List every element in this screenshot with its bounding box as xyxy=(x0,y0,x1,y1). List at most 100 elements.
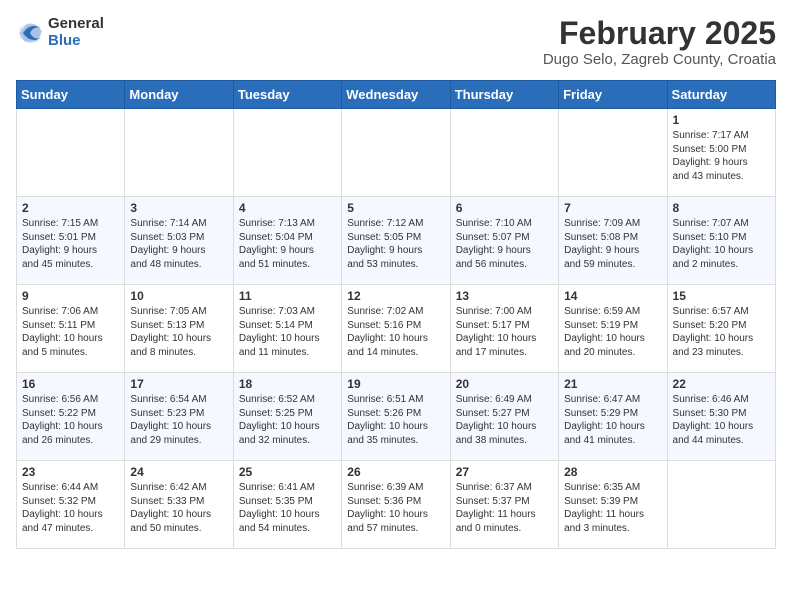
calendar-cell: 13 Sunrise: 7:00 AM Sunset: 5:17 PM Dayli… xyxy=(450,285,558,373)
day-number: 22 xyxy=(673,377,770,391)
calendar-cell xyxy=(667,461,775,549)
calendar-cell xyxy=(342,109,450,197)
day-info: Sunrise: 6:39 AM Sunset: 5:36 PM Dayligh… xyxy=(347,481,444,535)
day-info: Sunrise: 6:52 AM Sunset: 5:25 PM Dayligh… xyxy=(239,393,336,447)
day-number: 28 xyxy=(564,465,661,479)
day-info: Sunrise: 6:41 AM Sunset: 5:35 PM Dayligh… xyxy=(239,481,336,535)
calendar-cell: 3 Sunrise: 7:14 AM Sunset: 5:03 PM Daylig… xyxy=(125,197,233,285)
calendar-table: SundayMondayTuesdayWednesdayThursdayFrid… xyxy=(16,80,776,549)
logo-general: General xyxy=(48,15,104,32)
day-info: Sunrise: 7:15 AM Sunset: 5:01 PM Dayligh… xyxy=(22,217,119,271)
day-number: 14 xyxy=(564,289,661,303)
day-info: Sunrise: 6:46 AM Sunset: 5:30 PM Dayligh… xyxy=(673,393,770,447)
calendar-week-row: 16Sunrise: 6:56 AM Sunset: 5:22 PM Dayli… xyxy=(17,373,776,461)
day-info: Sunrise: 7:09 AM Sunset: 5:08 PM Dayligh… xyxy=(564,217,661,271)
day-info: Sunrise: 6:35 AM Sunset: 5:39 PM Dayligh… xyxy=(564,481,661,535)
calendar-week-row: 9Sunrise: 7:06 AM Sunset: 5:11 PM Daylig… xyxy=(17,285,776,373)
day-number: 7 xyxy=(564,201,661,215)
day-number: 26 xyxy=(347,465,444,479)
day-info: Sunrise: 7:05 AM Sunset: 5:13 PM Dayligh… xyxy=(130,305,227,359)
logo-text: General Blue xyxy=(48,16,104,49)
calendar-cell: 9Sunrise: 7:06 AM Sunset: 5:11 PM Daylig… xyxy=(17,285,125,373)
day-info: Sunrise: 6:37 AM Sunset: 5:37 PM Dayligh… xyxy=(456,481,553,535)
day-number: 20 xyxy=(456,377,553,391)
day-number: 15 xyxy=(673,289,770,303)
day-number: 17 xyxy=(130,377,227,391)
calendar-cell xyxy=(559,109,667,197)
calendar-cell: 11 Sunrise: 7:03 AM Sunset: 5:14 PM Dayli… xyxy=(233,285,341,373)
weekday-header-wednesday: Wednesday xyxy=(342,81,450,109)
calendar-cell xyxy=(17,109,125,197)
calendar-cell: 14 Sunrise: 6:59 AM Sunset: 5:19 PM Dayli… xyxy=(559,285,667,373)
day-info: Sunrise: 7:13 AM Sunset: 5:04 PM Dayligh… xyxy=(239,217,336,271)
calendar-cell: 19 Sunrise: 6:51 AM Sunset: 5:26 PM Dayli… xyxy=(342,373,450,461)
calendar-week-row: 1Sunrise: 7:17 AM Sunset: 5:00 PM Daylig… xyxy=(17,109,776,197)
day-info: Sunrise: 7:00 AM Sunset: 5:17 PM Dayligh… xyxy=(456,305,553,359)
calendar-cell: 27Sunrise: 6:37 AM Sunset: 5:37 PM Dayli… xyxy=(450,461,558,549)
calendar-cell: 20 Sunrise: 6:49 AM Sunset: 5:27 PM Dayli… xyxy=(450,373,558,461)
day-info: Sunrise: 6:51 AM Sunset: 5:26 PM Dayligh… xyxy=(347,393,444,447)
calendar-cell: 6 Sunrise: 7:10 AM Sunset: 5:07 PM Daylig… xyxy=(450,197,558,285)
day-number: 1 xyxy=(673,113,770,127)
day-number: 24 xyxy=(130,465,227,479)
day-number: 8 xyxy=(673,201,770,215)
day-info: Sunrise: 6:56 AM Sunset: 5:22 PM Dayligh… xyxy=(22,393,119,447)
day-info: Sunrise: 7:06 AM Sunset: 5:11 PM Dayligh… xyxy=(22,305,119,359)
calendar-cell: 8 Sunrise: 7:07 AM Sunset: 5:10 PM Daylig… xyxy=(667,197,775,285)
day-info: Sunrise: 7:07 AM Sunset: 5:10 PM Dayligh… xyxy=(673,217,770,271)
calendar-cell: 18 Sunrise: 6:52 AM Sunset: 5:25 PM Dayli… xyxy=(233,373,341,461)
calendar-cell: 15Sunrise: 6:57 AM Sunset: 5:20 PM Dayli… xyxy=(667,285,775,373)
day-number: 6 xyxy=(456,201,553,215)
calendar-cell xyxy=(450,109,558,197)
calendar-cell xyxy=(233,109,341,197)
day-info: Sunrise: 7:10 AM Sunset: 5:07 PM Dayligh… xyxy=(456,217,553,271)
calendar-cell: 2 Sunrise: 7:15 AM Sunset: 5:01 PM Daylig… xyxy=(17,197,125,285)
calendar-cell: 7 Sunrise: 7:09 AM Sunset: 5:08 PM Daylig… xyxy=(559,197,667,285)
day-info: Sunrise: 7:12 AM Sunset: 5:05 PM Dayligh… xyxy=(347,217,444,271)
weekday-header-saturday: Saturday xyxy=(667,81,775,109)
day-info: Sunrise: 6:49 AM Sunset: 5:27 PM Dayligh… xyxy=(456,393,553,447)
calendar-cell xyxy=(125,109,233,197)
weekday-header-tuesday: Tuesday xyxy=(233,81,341,109)
day-number: 11 xyxy=(239,289,336,303)
calendar-cell: 26 Sunrise: 6:39 AM Sunset: 5:36 PM Dayli… xyxy=(342,461,450,549)
day-info: Sunrise: 6:59 AM Sunset: 5:19 PM Dayligh… xyxy=(564,305,661,359)
calendar-cell: 21 Sunrise: 6:47 AM Sunset: 5:29 PM Dayli… xyxy=(559,373,667,461)
weekday-header-friday: Friday xyxy=(559,81,667,109)
day-info: Sunrise: 6:47 AM Sunset: 5:29 PM Dayligh… xyxy=(564,393,661,447)
day-number: 23 xyxy=(22,465,119,479)
day-number: 18 xyxy=(239,377,336,391)
calendar-cell: 10Sunrise: 7:05 AM Sunset: 5:13 PM Dayli… xyxy=(125,285,233,373)
logo: General Blue xyxy=(16,16,104,49)
calendar-cell: 23 Sunrise: 6:44 AM Sunset: 5:32 PM Dayli… xyxy=(17,461,125,549)
calendar-cell: 28 Sunrise: 6:35 AM Sunset: 5:39 PM Dayli… xyxy=(559,461,667,549)
day-number: 13 xyxy=(456,289,553,303)
day-number: 4 xyxy=(239,201,336,215)
location: Dugo Selo, Zagreb County, Croatia xyxy=(543,51,776,68)
day-info: Sunrise: 6:54 AM Sunset: 5:23 PM Dayligh… xyxy=(130,393,227,447)
day-info: Sunrise: 7:14 AM Sunset: 5:03 PM Dayligh… xyxy=(130,217,227,271)
calendar-cell: 5 Sunrise: 7:12 AM Sunset: 5:05 PM Daylig… xyxy=(342,197,450,285)
calendar-cell: 17 Sunrise: 6:54 AM Sunset: 5:23 PM Dayli… xyxy=(125,373,233,461)
calendar-week-row: 23 Sunrise: 6:44 AM Sunset: 5:32 PM Dayli… xyxy=(17,461,776,549)
calendar-cell: 1Sunrise: 7:17 AM Sunset: 5:00 PM Daylig… xyxy=(667,109,775,197)
day-info: Sunrise: 6:44 AM Sunset: 5:32 PM Dayligh… xyxy=(22,481,119,535)
title-block: February 2025 Dugo Selo, Zagreb County, … xyxy=(543,16,776,68)
day-number: 12 xyxy=(347,289,444,303)
day-info: Sunrise: 6:42 AM Sunset: 5:33 PM Dayligh… xyxy=(130,481,227,535)
day-number: 19 xyxy=(347,377,444,391)
day-info: Sunrise: 7:02 AM Sunset: 5:16 PM Dayligh… xyxy=(347,305,444,359)
calendar-cell: 22 Sunrise: 6:46 AM Sunset: 5:30 PM Dayli… xyxy=(667,373,775,461)
day-info: Sunrise: 7:03 AM Sunset: 5:14 PM Dayligh… xyxy=(239,305,336,359)
calendar-week-row: 2 Sunrise: 7:15 AM Sunset: 5:01 PM Daylig… xyxy=(17,197,776,285)
calendar-cell: 25 Sunrise: 6:41 AM Sunset: 5:35 PM Dayli… xyxy=(233,461,341,549)
logo-icon xyxy=(16,19,44,47)
calendar-cell: 24 Sunrise: 6:42 AM Sunset: 5:33 PM Dayli… xyxy=(125,461,233,549)
day-number: 21 xyxy=(564,377,661,391)
day-number: 25 xyxy=(239,465,336,479)
day-number: 2 xyxy=(22,201,119,215)
calendar-cell: 4 Sunrise: 7:13 AM Sunset: 5:04 PM Daylig… xyxy=(233,197,341,285)
day-number: 5 xyxy=(347,201,444,215)
calendar-cell: 16Sunrise: 6:56 AM Sunset: 5:22 PM Dayli… xyxy=(17,373,125,461)
day-number: 3 xyxy=(130,201,227,215)
